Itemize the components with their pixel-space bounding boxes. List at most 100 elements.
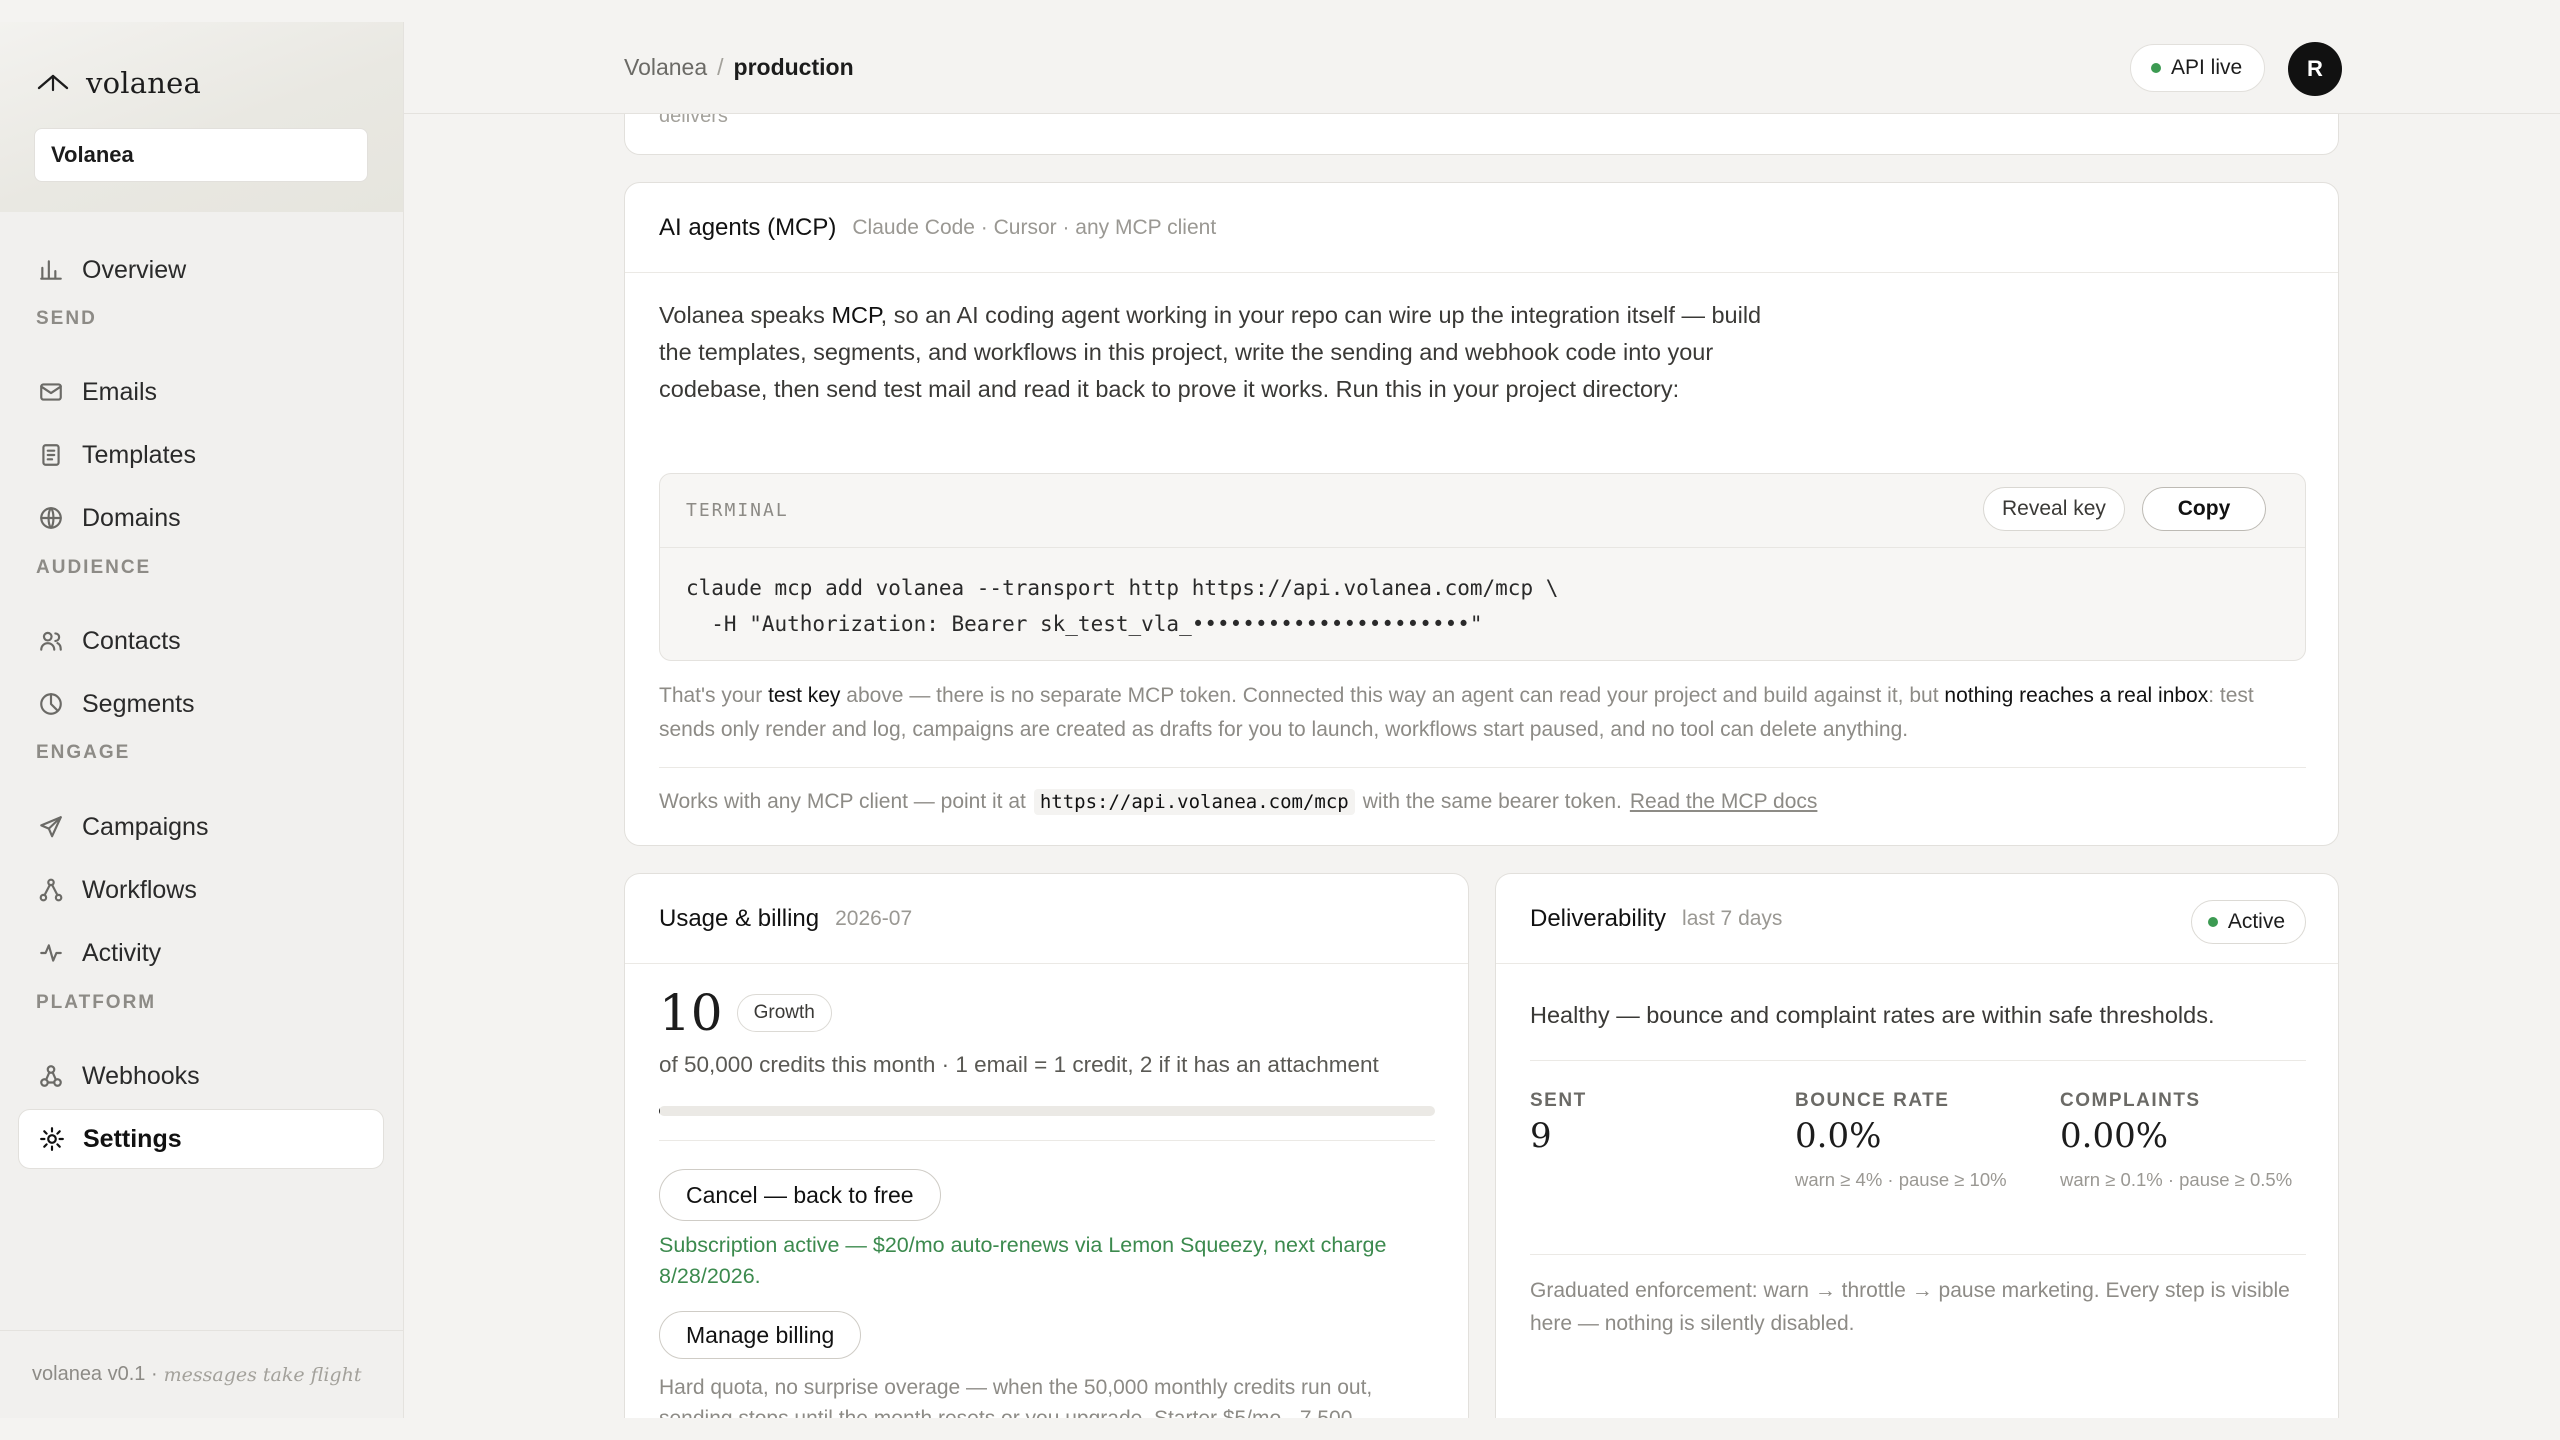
sidebar-item-label: Templates bbox=[82, 440, 196, 469]
stat-label: BOUNCE RATE bbox=[1795, 1090, 1950, 1111]
sidebar: volanea Volanea Overview SEND Emails Tem… bbox=[0, 22, 404, 1418]
note-bold: nothing reaches a real inbox bbox=[1944, 684, 2209, 707]
command-line: claude mcp add volanea --transport http … bbox=[686, 576, 1559, 600]
subscription-status: Subscription active — $20/mo auto-renews… bbox=[659, 1233, 1387, 1288]
stat-complaints: COMPLAINTS 0.00% warn ≥ 0.1% · pause ≥ 0… bbox=[2060, 1090, 2320, 1194]
section-engage: ENGAGE bbox=[36, 742, 131, 763]
sidebar-item-activity[interactable]: Activity bbox=[18, 923, 384, 983]
command-line: -H "Authorization: Bearer sk_test_vla_••… bbox=[686, 612, 1483, 636]
terminal-command[interactable]: claude mcp add volanea --transport http … bbox=[686, 570, 1558, 642]
workflow-icon bbox=[36, 875, 66, 905]
mcp-card-subtitle: Claude Code · Cursor · any MCP client bbox=[852, 215, 1217, 239]
sidebar-item-contacts[interactable]: Contacts bbox=[18, 611, 384, 671]
sidebar-item-overview[interactable]: Overview bbox=[18, 240, 384, 300]
divider bbox=[1530, 1060, 2306, 1061]
stat-label: COMPLAINTS bbox=[2060, 1090, 2201, 1111]
sidebar-item-label: Contacts bbox=[82, 626, 181, 655]
sidebar-item-webhooks[interactable]: Webhooks bbox=[18, 1046, 384, 1106]
mcp-docs-link[interactable]: Read the MCP docs bbox=[1630, 790, 1818, 814]
sidebar-item-label: Campaigns bbox=[82, 812, 209, 841]
sidebar-item-label: Segments bbox=[82, 689, 195, 718]
breadcrumb-current: production bbox=[733, 54, 854, 80]
divider bbox=[659, 1140, 1435, 1141]
stat-hint: warn ≥ 4% · pause ≥ 10% bbox=[1795, 1169, 2007, 1190]
stat-value: 0.00% bbox=[2060, 1116, 2169, 1156]
terminal-label: TERMINAL bbox=[686, 500, 789, 521]
stat-hint: warn ≥ 0.1% · pause ≥ 0.5% bbox=[2060, 1169, 2293, 1190]
sidebar-item-workflows[interactable]: Workflows bbox=[18, 860, 384, 920]
stat-value: 9 bbox=[1530, 1116, 1552, 1156]
credits-description: of 50,000 credits this month · 1 email =… bbox=[659, 1052, 1379, 1077]
api-status-badge[interactable]: API live bbox=[2130, 44, 2266, 92]
enforcement-note: Graduated enforcement: warn → throttle →… bbox=[1530, 1279, 2290, 1335]
plan-badge: Growth bbox=[736, 994, 832, 1032]
sidebar-item-label: Webhooks bbox=[82, 1061, 200, 1090]
workspace-switcher[interactable]: Volanea bbox=[34, 128, 368, 182]
sidebar-item-label: Overview bbox=[82, 255, 187, 284]
sidebar-item-label: Settings bbox=[83, 1124, 182, 1153]
breadcrumb-root[interactable]: Volanea bbox=[624, 54, 707, 81]
api-status-label: API live bbox=[2171, 56, 2243, 79]
stat-label: SENT bbox=[1530, 1090, 1587, 1111]
usage-card-period: 2026-07 bbox=[835, 906, 913, 930]
paper-plane-icon bbox=[36, 812, 66, 842]
sidebar-item-emails[interactable]: Emails bbox=[18, 362, 384, 422]
desc-text: Volanea speaks bbox=[659, 302, 832, 328]
mcp-footer: Works with any MCP client — point it at … bbox=[659, 789, 1817, 815]
deliverability-card-header: Deliverability last 7 days Active bbox=[1496, 874, 2338, 964]
note-text: That's your bbox=[659, 684, 769, 707]
stat-sent: SENT 9 bbox=[1530, 1090, 1790, 1156]
pie-segment-icon bbox=[36, 689, 66, 719]
mcp-card-header: AI agents (MCP) Claude Code · Cursor · a… bbox=[625, 183, 2338, 273]
activity-pulse-icon bbox=[36, 938, 66, 968]
copy-button[interactable]: Copy bbox=[2142, 487, 2266, 531]
sidebar-item-domains[interactable]: Domains bbox=[18, 488, 384, 548]
bottom-edge bbox=[404, 1418, 2560, 1440]
sidebar-item-settings[interactable]: Settings bbox=[18, 1109, 384, 1169]
mcp-description: Volanea speaks MCP, so an AI coding agen… bbox=[659, 297, 1789, 408]
note-bold: test key bbox=[768, 684, 841, 707]
status-dot-icon bbox=[2207, 917, 2218, 927]
bar-chart-icon bbox=[36, 255, 66, 285]
top-bar: Volanea / production API live R bbox=[404, 22, 2560, 114]
deliverability-card-period: last 7 days bbox=[1682, 906, 1783, 930]
manage-billing-button[interactable]: Manage billing bbox=[659, 1311, 862, 1359]
sidebar-item-label: Domains bbox=[82, 503, 181, 532]
mcp-endpoint-code[interactable]: https://api.volanea.com/mcp bbox=[1033, 789, 1355, 815]
note-text: above — there is no separate MCP token. … bbox=[840, 684, 1945, 707]
deliverability-status-badge: Active bbox=[2190, 900, 2306, 944]
mcp-card: AI agents (MCP) Claude Code · Cursor · a… bbox=[624, 182, 2339, 846]
document-icon bbox=[36, 440, 66, 470]
usage-billing-card: Usage & billing 2026-07 10 Growth of 50,… bbox=[624, 873, 1469, 1433]
usage-card-header: Usage & billing 2026-07 bbox=[625, 874, 1468, 964]
sidebar-item-campaigns[interactable]: Campaigns bbox=[18, 797, 384, 857]
sidebar-item-templates[interactable]: Templates bbox=[18, 425, 384, 485]
breadcrumb-separator: / bbox=[717, 54, 724, 80]
users-icon bbox=[36, 626, 66, 656]
footer-text: with the same bearer token. bbox=[1362, 790, 1622, 813]
mcp-card-title: AI agents (MCP) bbox=[659, 213, 837, 241]
brand[interactable]: volanea bbox=[36, 58, 201, 108]
cancel-plan-button[interactable]: Cancel — back to free bbox=[659, 1169, 941, 1221]
desc-bold: MCP bbox=[831, 302, 881, 328]
section-audience: AUDIENCE bbox=[36, 557, 152, 578]
credits-progress-bar bbox=[659, 1106, 1435, 1116]
section-send: SEND bbox=[36, 308, 97, 329]
gear-icon bbox=[37, 1124, 67, 1154]
sidebar-item-label: Activity bbox=[82, 938, 162, 967]
status-dot-icon bbox=[2151, 63, 2161, 73]
avatar[interactable]: R bbox=[2288, 42, 2342, 96]
brand-name: volanea bbox=[86, 66, 201, 100]
stat-value: 0.0% bbox=[1795, 1116, 1882, 1156]
deliverability-status-label: Active bbox=[2227, 910, 2285, 933]
reveal-key-button[interactable]: Reveal key bbox=[1983, 487, 2125, 531]
breadcrumb: Volanea / production bbox=[624, 54, 854, 81]
sidebar-item-label: Emails bbox=[82, 377, 158, 406]
globe-icon bbox=[36, 503, 66, 533]
app-root: volanea Volanea Overview SEND Emails Tem… bbox=[0, 0, 2560, 1440]
sidebar-item-segments[interactable]: Segments bbox=[18, 674, 384, 734]
usage-card-title: Usage & billing bbox=[659, 904, 820, 932]
credits-used-value: 10 bbox=[659, 984, 723, 1042]
footer-text: Works with any MCP client — point it at bbox=[659, 790, 1026, 813]
terminal-block: TERMINAL Reveal key Copy claude mcp add … bbox=[659, 473, 2306, 661]
